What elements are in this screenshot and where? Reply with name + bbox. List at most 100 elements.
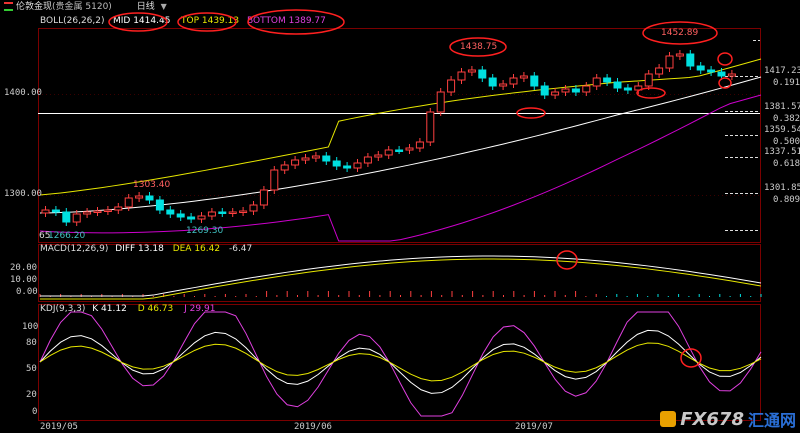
candle-body xyxy=(405,147,414,151)
macd-params: MACD(12,26,9) xyxy=(40,244,109,254)
candle-body xyxy=(613,81,622,89)
price-axis-label: 1400.00 xyxy=(4,88,42,98)
candle-body xyxy=(280,164,289,171)
kdj-header: KDJ(9,3,3) K 41.12 D 46.73 J 29.91 xyxy=(40,304,215,314)
candle-body xyxy=(675,53,684,57)
kdj-axis-label: 80 xyxy=(26,338,37,348)
candle-body xyxy=(551,91,560,96)
candle-body xyxy=(166,209,175,215)
annotation-circle xyxy=(717,52,733,66)
candle-body xyxy=(114,206,123,211)
candle-body xyxy=(72,213,81,223)
fib-ratio: 0.191 xyxy=(773,78,800,88)
kdj-panel xyxy=(39,311,762,417)
candle-body xyxy=(228,211,237,214)
annotation-small-left: 65 xyxy=(39,231,51,241)
macd-axis-label: 0.00 xyxy=(16,287,38,297)
candle-body xyxy=(322,155,331,162)
candle-body xyxy=(135,195,144,199)
candle-body xyxy=(540,85,549,96)
candle-body xyxy=(467,69,476,73)
fib-price: 1381.57 xyxy=(764,102,800,112)
macd-diff: DIFF 13.18 xyxy=(115,244,164,254)
candle-body xyxy=(426,111,435,143)
annotation-circle xyxy=(556,250,578,270)
candle-body xyxy=(623,87,632,91)
candle-body xyxy=(530,75,539,87)
candle-body xyxy=(41,209,50,214)
candle-body xyxy=(343,165,352,169)
candle-body xyxy=(332,160,341,167)
candle-body xyxy=(686,53,695,67)
kdj-axis-label: 20 xyxy=(26,390,37,400)
candle-body xyxy=(51,209,60,213)
candle-body xyxy=(582,85,591,93)
annotation-low-left: 1266.20 xyxy=(48,231,86,241)
candle-body xyxy=(301,157,310,161)
candle-body xyxy=(62,211,71,223)
candle-body xyxy=(384,149,393,156)
candle-body xyxy=(239,210,248,213)
annotation-low-may: 1269.30 xyxy=(186,226,224,236)
candle-body xyxy=(727,73,736,77)
candle-body xyxy=(197,215,206,220)
candle-body xyxy=(145,195,154,201)
date-label: 2019/06 xyxy=(294,422,332,432)
fib-price: 1417.23 xyxy=(764,66,800,76)
candlestick-series xyxy=(41,50,736,226)
candle-body xyxy=(457,71,466,81)
candle-body xyxy=(644,73,653,87)
candle-body xyxy=(603,77,612,83)
fib-ratio: 0.809 xyxy=(773,195,800,205)
kdj-axis-label: 100 xyxy=(22,322,39,332)
date-label: 2019/05 xyxy=(40,422,78,432)
candle-body xyxy=(509,77,518,85)
candle-body xyxy=(363,156,372,164)
candle-body xyxy=(488,77,497,87)
chart-window: 伦敦金现(贵金属 5120) 日线 ▼ BOLL(26,26,2) MID 14… xyxy=(0,0,800,433)
kdj-params: KDJ(9,3,3) xyxy=(40,304,86,314)
kdj-d-line xyxy=(39,342,762,382)
kdj-j: J 29.91 xyxy=(184,304,216,314)
kdj-d: D 46.73 xyxy=(137,304,174,314)
boll-top-line xyxy=(39,58,762,196)
kdj-k: K 41.12 xyxy=(92,304,127,314)
watermark-cn: 汇通网 xyxy=(747,411,796,430)
annotation-high1: 1438.75 xyxy=(460,42,498,52)
candle-body xyxy=(707,69,716,73)
candle-body xyxy=(696,65,705,71)
candle-body xyxy=(478,69,487,79)
candle-body xyxy=(499,83,508,87)
candle-body xyxy=(207,211,216,217)
candle-body xyxy=(519,75,528,79)
macd-value: -6.47 xyxy=(228,244,253,254)
candle-body xyxy=(395,149,404,152)
macd-axis-label: 10.00 xyxy=(10,275,38,285)
candle-body xyxy=(374,154,383,158)
boll-bottom-line xyxy=(39,94,762,242)
fib-price: 1337.51 xyxy=(764,147,800,157)
kdj-axis-label: 50 xyxy=(26,364,37,374)
candle-body xyxy=(291,159,300,166)
candle-body xyxy=(155,199,164,211)
candle-body xyxy=(311,155,320,159)
candle-body xyxy=(218,211,227,214)
annotation-peak-may: 1303.40 xyxy=(133,180,171,190)
macd-panel xyxy=(39,255,762,300)
fib-price: 1301.85 xyxy=(764,183,800,193)
macd-dea-line xyxy=(40,258,762,300)
candle-body xyxy=(717,71,726,77)
chart-canvas[interactable] xyxy=(0,0,800,433)
fib-price: 1359.54 xyxy=(764,125,800,135)
candle-body xyxy=(176,213,185,218)
watermark-brand: FX678 xyxy=(680,408,744,430)
candle-body xyxy=(655,67,664,75)
candle-body xyxy=(665,55,674,69)
candle-body xyxy=(447,79,456,93)
macd-dea: DEA 16.42 xyxy=(172,244,221,254)
watermark: FX678 汇通网 xyxy=(660,407,796,431)
candle-body xyxy=(83,211,92,215)
candle-body xyxy=(270,169,279,191)
candle-body xyxy=(187,216,196,220)
candle-body xyxy=(259,189,268,206)
